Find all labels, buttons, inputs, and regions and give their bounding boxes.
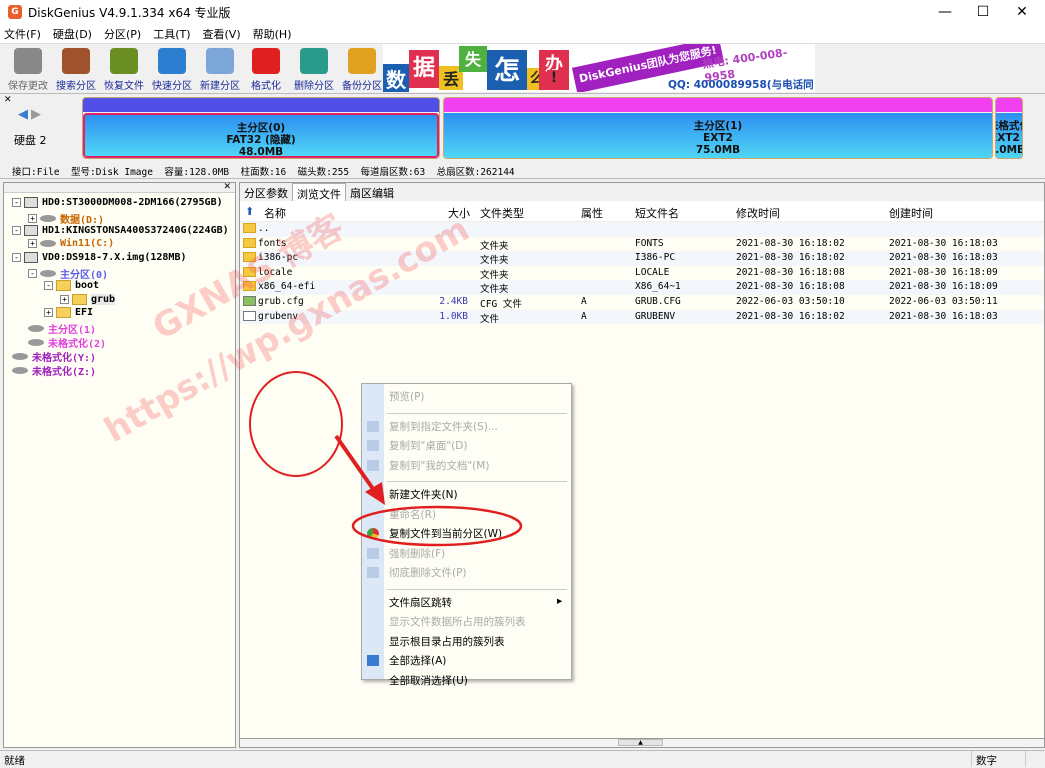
annotation-ellipse bbox=[351, 505, 523, 547]
annotation-arrow bbox=[334, 434, 380, 498]
status-text: 就绪 bbox=[4, 755, 25, 767]
numlock-indicator: 数字 bbox=[971, 751, 1026, 767]
status-bar: 就绪 数字 bbox=[0, 750, 1045, 767]
arrow-head-icon bbox=[365, 482, 385, 505]
annotation-circle bbox=[249, 371, 343, 477]
annotation-overlay bbox=[249, 371, 523, 547]
